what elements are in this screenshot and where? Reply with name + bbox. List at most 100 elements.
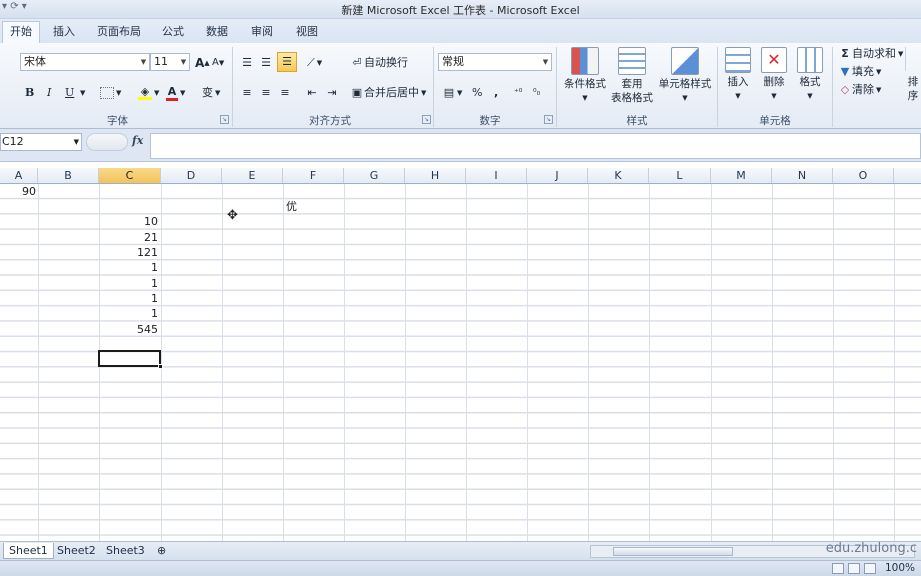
insert-function-button[interactable]: fx [132,134,143,147]
alignment-dialog-launcher[interactable]: ↘ [422,115,431,124]
conditional-format-button[interactable]: 条件格式 ▼ [560,47,610,105]
percent-button[interactable]: % [472,84,482,102]
cell-C6[interactable]: 1 [99,260,158,275]
cell-A1[interactable]: 90 [0,184,36,199]
sort-filter-button[interactable]: 排序 [903,75,921,103]
group-divider [717,47,718,127]
column-header-D[interactable]: D [161,168,222,183]
font-color-button[interactable]: A ▼ [166,84,185,102]
scrollbar-thumb[interactable] [613,547,733,556]
merge-center-button[interactable]: ▣ 合并后居中 ▼ [350,84,427,102]
accounting-format-button[interactable]: ▤ ▼ [441,84,463,102]
increase-decimal-button[interactable]: ⁺⁰ [514,84,522,102]
orientation-button[interactable]: ⟋ ▼ [307,54,322,72]
tab-review[interactable]: 审阅 [243,23,281,43]
formula-bar-splitter[interactable] [86,133,128,151]
tab-data[interactable]: 数据 [198,23,236,43]
column-header-F[interactable]: F [283,168,344,183]
autosum-button[interactable]: Σ 自动求和 ▼ [838,45,903,63]
format-cells-button[interactable]: 格式 ▼ [794,47,826,103]
font-dialog-launcher[interactable]: ↘ [220,115,229,124]
comma-button[interactable]: , [494,84,498,102]
number-format-value: 常规 [442,55,464,68]
shrink-font-button[interactable]: A ▼ [212,54,224,72]
fill-button[interactable]: ▼ 填充 ▼ [838,63,882,81]
conditional-format-icon [571,47,599,75]
clear-button[interactable]: ◇ 清除 ▼ [838,81,882,99]
number-dialog-launcher[interactable]: ↘ [544,115,553,124]
column-header-A[interactable]: A [0,168,38,183]
cell-C7[interactable]: 1 [99,276,158,291]
styles-group-label: 样式 [626,115,648,127]
normal-view-icon[interactable] [832,563,844,574]
increase-decimal-icon: ⁺⁰ [514,88,523,98]
align-left-button[interactable]: ≡ [240,84,254,102]
column-header-H[interactable]: H [405,168,466,183]
grow-font-button[interactable]: A ▲ [195,54,210,72]
insert-cells-button[interactable]: 插入 ▼ [722,47,754,103]
formula-input[interactable] [150,133,921,159]
underline-button[interactable]: U [65,84,74,102]
wrap-text-button[interactable]: ⏎ 自动换行 [350,54,408,72]
cell-F2[interactable]: 优 [286,199,344,214]
cell-C8[interactable]: 1 [99,291,158,306]
insert-sheet-icon[interactable]: ⊕ [152,543,171,559]
format-as-table-button[interactable]: 套用 表格格式 [608,47,656,105]
font-name-select[interactable]: 宋体 ▼ [20,53,150,71]
column-header-O[interactable]: O [833,168,894,183]
fill-color-button[interactable]: ◈ ▼ [138,84,159,102]
cell-C3[interactable]: 10 [99,214,158,229]
column-header-K[interactable]: K [588,168,649,183]
tab-formulas[interactable]: 公式 [154,23,192,43]
sheet-tab-3[interactable]: Sheet3 [101,543,150,559]
cell-C5[interactable]: 121 [99,245,158,260]
border-button[interactable]: ▼ [100,84,121,102]
column-header-J[interactable]: J [527,168,588,183]
name-box[interactable]: C12 ▼ [0,133,82,151]
page-layout-view-icon[interactable] [848,563,860,574]
column-header-L[interactable]: L [649,168,711,183]
bold-button[interactable]: B [25,84,34,102]
cell-styles-button[interactable]: 单元格样式 ▼ [656,47,714,105]
increase-indent-button[interactable]: ⇥ [325,84,339,102]
sheet-tab-2[interactable]: Sheet2 [52,543,101,559]
column-header-I[interactable]: I [466,168,527,183]
tab-page-layout[interactable]: 页面布局 [90,23,148,43]
fill-handle[interactable] [158,364,163,369]
phonetic-button[interactable]: 变 ▼ [202,84,220,102]
align-middle-button[interactable]: ☰ [259,54,273,72]
tab-home[interactable]: 开始 [2,21,40,44]
page-break-view-icon[interactable] [864,563,876,574]
italic-button[interactable]: I [47,84,51,102]
cell-C9[interactable]: 1 [99,306,158,321]
align-top-button[interactable]: ☰ [240,54,254,72]
column-header-M[interactable]: M [711,168,772,183]
decrease-indent-icon: ⇤ [307,86,317,99]
align-center-button[interactable]: ≡ [259,84,273,102]
column-header-N[interactable]: N [772,168,833,183]
delete-cells-icon: ✕ [761,47,787,73]
font-size-select[interactable]: 11 ▼ [150,53,190,71]
zoom-level[interactable]: 100% [885,562,915,574]
decrease-indent-button[interactable]: ⇤ [305,84,319,102]
align-right-button[interactable]: ≡ [278,84,292,102]
tab-view[interactable]: 视图 [288,23,326,43]
column-header-E[interactable]: E [222,168,283,183]
gridline [466,184,467,541]
active-cell-selection[interactable] [98,350,163,369]
sheet-tab-1[interactable]: Sheet1 [3,543,54,559]
underline-dropdown[interactable]: ▼ [80,84,85,102]
delete-cells-button[interactable]: ✕ 删除 ▼ [758,47,790,103]
worksheet-grid[interactable]: 90 优 10 21 121 1 1 1 1 545 [0,184,921,541]
number-format-select[interactable]: 常规 ▼ [438,53,552,71]
title-bar: ▾ ⟳ ▾ 新建 Microsoft Excel 工作表 - Microsoft… [0,0,921,19]
tab-insert[interactable]: 插入 [46,23,82,43]
align-bottom-button[interactable]: ☰ [277,52,297,72]
column-header-B[interactable]: B [38,168,99,183]
decrease-decimal-button[interactable]: ⁰₀ [533,84,540,102]
column-header-partial[interactable] [894,168,921,183]
cell-C4[interactable]: 21 [99,230,158,245]
column-header-C[interactable]: C [99,168,161,183]
column-header-G[interactable]: G [344,168,405,183]
cell-C10[interactable]: 545 [99,322,158,337]
